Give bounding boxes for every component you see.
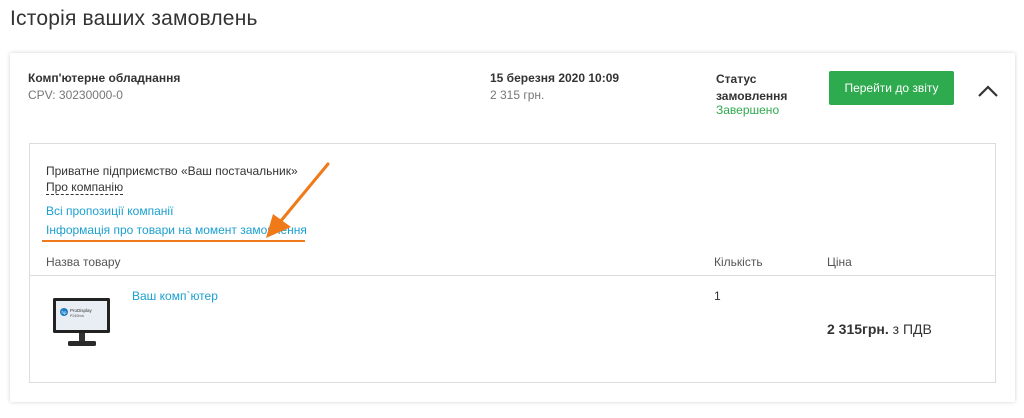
status-badge: Завершено — [716, 103, 780, 117]
chevron-up-icon[interactable] — [975, 81, 1001, 101]
page-title: Історія ваших замовлень — [10, 7, 258, 30]
column-header-price: Ціна — [827, 255, 852, 269]
status-label: Статус замовлення — [716, 72, 788, 103]
item-quantity: 1 — [714, 289, 721, 303]
monitor-model-line1: ProDisplay — [70, 308, 93, 313]
annotation-arrow-icon — [266, 162, 330, 238]
order-card: Комп'ютерне обладнання CPV: 30230000-0 1… — [10, 53, 1015, 402]
go-to-report-button[interactable]: Перейти до звіту — [829, 71, 954, 105]
monitor-model-line2: P240hvb — [70, 314, 84, 318]
column-header-name: Назва товару — [46, 255, 121, 269]
item-price-value: 2 315грн. — [827, 321, 889, 337]
item-price: 2 315грн. з ПДВ — [827, 321, 932, 337]
order-date: 15 березня 2020 10:09 — [490, 71, 620, 85]
item-name-link[interactable]: Ваш комп`ютер — [132, 289, 218, 303]
brand-logo: hp — [61, 310, 67, 315]
order-sum: 2 315 грн. — [490, 88, 545, 102]
order-header: Комп'ютерне обладнання CPV: 30230000-0 1… — [10, 53, 1015, 143]
column-header-qty: Кількість — [714, 255, 763, 269]
item-price-vat: з ПДВ — [888, 321, 932, 337]
monitor-icon: hp ProDisplay P240hvb — [52, 292, 112, 354]
order-details-panel: Приватне підприємство «Ваш постачальник»… — [29, 143, 996, 383]
product-title: Комп'ютерне обладнання — [28, 71, 181, 85]
items-table-header: Назва товару Кількість Ціна — [30, 250, 995, 276]
cpv-code: CPV: 30230000-0 — [28, 88, 123, 102]
